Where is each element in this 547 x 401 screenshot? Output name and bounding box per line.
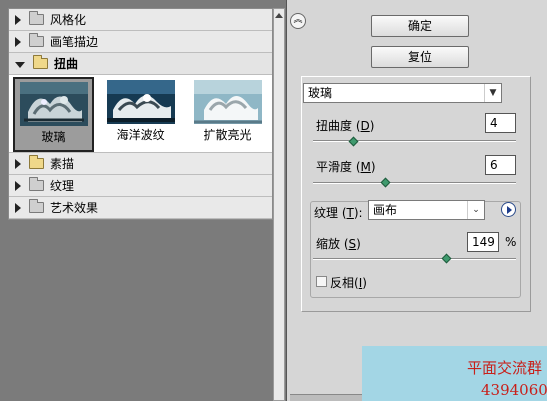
bottom-scrollbar[interactable]	[290, 394, 362, 401]
texture-select-value: 画布	[373, 203, 398, 217]
collapse-gallery-button[interactable]: ︽	[290, 13, 306, 29]
folder-icon	[29, 177, 44, 191]
expand-arrow-icon[interactable]	[15, 158, 21, 169]
category-brush-strokes[interactable]: 画笔描边	[9, 31, 272, 53]
category-label: 画笔描边	[50, 35, 99, 49]
category-label: 风格化	[50, 13, 87, 27]
category-sketch[interactable]: 素描	[9, 153, 272, 175]
invert-checkbox[interactable]	[316, 276, 327, 287]
watermark-number: 43940608	[481, 381, 547, 399]
thumbnail-diffuse-glow[interactable]: 扩散亮光	[187, 77, 268, 152]
folder-icon	[29, 199, 44, 213]
folder-icon	[29, 33, 44, 47]
thumbnail-label: 玻璃	[41, 130, 66, 144]
category-artistic[interactable]: 艺术效果	[9, 197, 272, 219]
texture-menu-arrow-icon[interactable]	[501, 202, 516, 217]
filter-gallery-panel: 风格化 画笔描边 扭曲 玻璃 海洋波纹 扩散亮光 素描 纹理 艺术效果	[0, 0, 287, 401]
scaling-label: 缩放 (S)	[316, 237, 361, 251]
scaling-input[interactable]: 149	[467, 232, 499, 252]
gallery-scrollbar[interactable]	[273, 8, 285, 401]
filter-thumbnails: 玻璃 海洋波纹 扩散亮光	[9, 75, 272, 153]
filter-select-value: 玻璃	[308, 86, 333, 100]
distortion-label: 扭曲度 (D)	[316, 119, 375, 133]
expand-arrow-icon[interactable]	[15, 36, 21, 47]
category-distort[interactable]: 扭曲	[9, 53, 272, 75]
invert-label: 反相(I)	[330, 276, 367, 290]
thumbnail-label: 扩散亮光	[203, 128, 252, 142]
filter-select[interactable]: 玻璃 ▼	[303, 83, 502, 103]
open-folder-icon	[33, 55, 48, 69]
ok-button[interactable]: 确定	[371, 15, 469, 37]
expand-arrow-icon[interactable]	[15, 202, 21, 213]
scaling-slider-track[interactable]	[313, 258, 516, 260]
thumbnail-glass[interactable]: 玻璃	[13, 77, 95, 152]
category-label: 艺术效果	[50, 201, 99, 215]
category-label: 扭曲	[54, 57, 79, 71]
expand-arrow-icon[interactable]	[15, 180, 21, 191]
filter-category-list: 风格化 画笔描边 扭曲 玻璃 海洋波纹 扩散亮光 素描 纹理 艺术效果	[8, 8, 273, 220]
diffuse-glow-preview-image	[193, 80, 262, 124]
chevron-down-icon[interactable]: ⌄	[467, 201, 484, 219]
ocean-ripple-preview-image	[106, 80, 175, 124]
glass-preview-image	[19, 82, 88, 126]
category-label: 纹理	[50, 179, 75, 193]
distortion-slider-track[interactable]	[313, 140, 516, 142]
category-stylize[interactable]: 风格化	[9, 9, 272, 31]
category-label: 素描	[50, 157, 75, 171]
category-texture[interactable]: 纹理	[9, 175, 272, 197]
distortion-input[interactable]: 4	[485, 113, 516, 133]
scaling-unit: %	[505, 235, 517, 249]
texture-label: 纹理 (T):	[314, 206, 363, 220]
double-chevron-up-icon: ︽	[293, 15, 303, 25]
collapse-arrow-icon[interactable]	[15, 61, 25, 68]
scroll-up-icon[interactable]	[275, 13, 283, 18]
expand-arrow-icon[interactable]	[15, 14, 21, 25]
folder-icon	[29, 11, 44, 25]
smoothness-input[interactable]: 6	[485, 155, 516, 175]
watermark-text: 平面交流群	[467, 359, 543, 377]
reset-button[interactable]: 复位	[371, 46, 469, 68]
texture-select[interactable]: 画布 ⌄	[368, 200, 485, 220]
thumbnail-label: 海洋波纹	[116, 128, 165, 142]
folder-icon	[29, 155, 44, 169]
chevron-down-icon[interactable]: ▼	[484, 84, 501, 102]
thumbnail-ocean-ripple[interactable]: 海洋波纹	[100, 77, 181, 152]
smoothness-label: 平滑度 (M)	[316, 160, 376, 174]
smoothness-slider-track[interactable]	[313, 182, 516, 184]
